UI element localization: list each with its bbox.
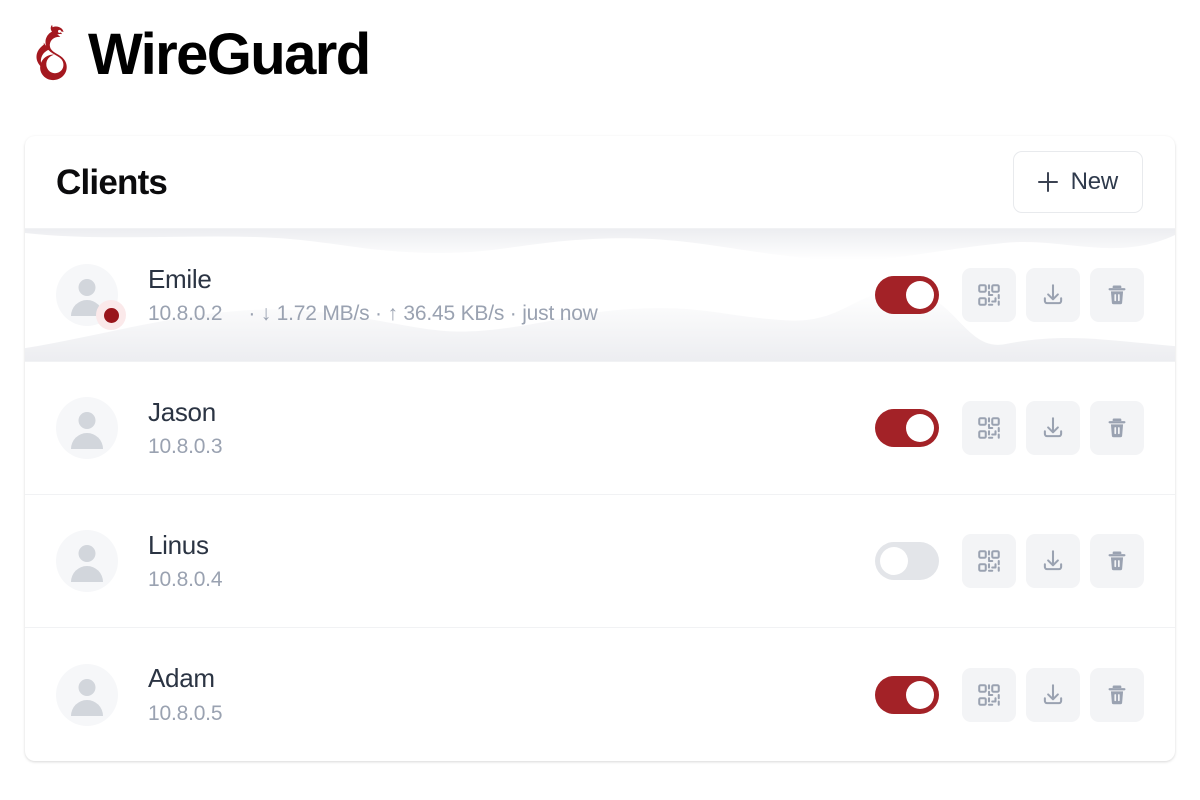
avatar	[56, 397, 118, 459]
client-ip: 10.8.0.4	[148, 568, 223, 591]
delete-client-button[interactable]	[1090, 401, 1144, 455]
enable-toggle[interactable]	[875, 542, 939, 580]
download-icon	[1043, 683, 1063, 704]
avatar-head	[78, 678, 96, 696]
new-client-button-label: New	[1070, 168, 1119, 195]
trash-icon	[1108, 551, 1126, 571]
clients-card-header: Clients New	[25, 136, 1175, 229]
status-dot-icon	[103, 307, 119, 323]
client-info: Linus 10.8.0.4	[148, 530, 875, 592]
page-title: Clients	[56, 162, 168, 202]
delete-client-button[interactable]	[1090, 534, 1144, 588]
clients-card: Clients New Emile 10.8.0.2 · ↓ 1.72 MB/s…	[25, 136, 1175, 761]
wireguard-admin-page: WireGuard Clients New Emile 10.8.0.2 · ↓…	[0, 0, 1200, 800]
qr-code-icon	[978, 550, 1000, 572]
delete-client-button[interactable]	[1090, 667, 1144, 722]
enable-toggle[interactable]	[875, 276, 939, 314]
client-row-emile[interactable]: Emile 10.8.0.2 · ↓ 1.72 MB/s · ↑ 36.45 K…	[25, 229, 1175, 362]
wireguard-dragon-logo-icon	[36, 24, 67, 81]
avatar-head	[78, 279, 96, 296]
client-actions	[875, 401, 1144, 455]
status-badge	[96, 300, 126, 330]
trash-icon	[1108, 285, 1126, 305]
trash-icon	[1108, 418, 1126, 438]
enable-toggle[interactable]	[875, 675, 939, 714]
download-icon	[1043, 550, 1063, 571]
client-meta: 10.8.0.2 · ↓ 1.72 MB/s · ↑ 36.45 KB/s · …	[148, 301, 875, 326]
avatar	[56, 530, 118, 592]
avatar-body	[71, 433, 103, 449]
download-config-button[interactable]	[1026, 268, 1080, 322]
show-qr-button[interactable]	[962, 268, 1016, 322]
download-config-button[interactable]	[1026, 667, 1080, 722]
delete-client-button[interactable]	[1090, 268, 1144, 322]
app-header: WireGuard	[0, 0, 1200, 96]
client-actions	[875, 667, 1144, 722]
qr-code-icon	[978, 683, 1000, 706]
client-row-adam[interactable]: Adam 10.8.0.5	[25, 628, 1175, 761]
client-ip: 10.8.0.5	[148, 701, 223, 725]
download-icon	[1043, 284, 1063, 305]
download-icon	[1043, 417, 1063, 438]
new-client-button[interactable]: New	[1012, 151, 1143, 213]
client-row-jason[interactable]: Jason 10.8.0.3	[25, 362, 1175, 495]
plus-icon	[1037, 172, 1058, 192]
client-ip: 10.8.0.3	[148, 435, 223, 458]
enable-toggle[interactable]	[875, 409, 939, 447]
client-name: Adam	[148, 663, 215, 694]
show-qr-button[interactable]	[962, 534, 1016, 588]
avatar-placeholder-icon	[56, 397, 118, 459]
client-transfer-stats: · ↓ 1.72 MB/s · ↑ 36.45 KB/s · just now	[248, 302, 598, 325]
client-name: Jason	[148, 396, 216, 427]
toggle-knob	[906, 414, 934, 442]
avatar-head	[78, 545, 96, 562]
download-config-button[interactable]	[1026, 534, 1080, 588]
avatar-placeholder-icon	[56, 530, 118, 592]
avatar	[56, 264, 126, 330]
avatar-body	[71, 699, 103, 716]
client-actions	[875, 268, 1144, 322]
qr-code-icon	[978, 284, 1000, 306]
client-info: Emile 10.8.0.2 · ↓ 1.72 MB/s · ↑ 36.45 K…	[148, 264, 875, 326]
client-name: Linus	[148, 529, 209, 560]
avatar-placeholder-icon	[56, 663, 118, 726]
qr-code-icon	[978, 417, 1000, 439]
trash-icon	[1108, 684, 1126, 704]
client-row-linus[interactable]: Linus 10.8.0.4	[25, 495, 1175, 628]
avatar-head	[78, 412, 96, 429]
client-info: Jason 10.8.0.3	[148, 397, 875, 459]
download-config-button[interactable]	[1026, 401, 1080, 455]
avatar-body	[71, 566, 103, 582]
show-qr-button[interactable]	[962, 401, 1016, 455]
client-meta: 10.8.0.3	[148, 434, 875, 459]
client-name: Emile	[148, 263, 212, 294]
show-qr-button[interactable]	[962, 667, 1016, 722]
client-meta: 10.8.0.5	[148, 701, 875, 726]
avatar	[56, 663, 118, 726]
toggle-knob	[906, 680, 934, 709]
client-actions	[875, 534, 1144, 588]
client-ip: 10.8.0.2	[148, 302, 223, 325]
client-info: Adam 10.8.0.5	[148, 663, 875, 725]
toggle-knob	[880, 547, 908, 575]
client-meta: 10.8.0.4	[148, 567, 875, 592]
app-title: WireGuard	[88, 22, 371, 87]
toggle-knob	[906, 281, 934, 309]
clients-list: Emile 10.8.0.2 · ↓ 1.72 MB/s · ↑ 36.45 K…	[25, 229, 1175, 761]
